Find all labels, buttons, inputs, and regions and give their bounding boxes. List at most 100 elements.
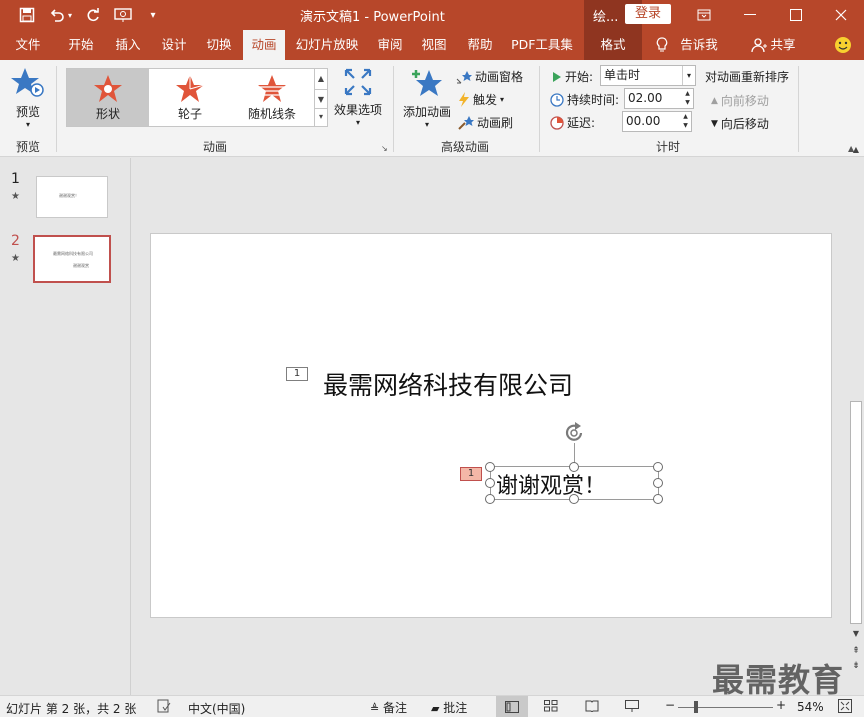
ribbon-tabs: 文件 开始 插入 设计 切换 动画 幻灯片放映 审阅 视图 帮助 PDF工具集 … [0, 30, 864, 60]
spell-check-icon[interactable] [157, 699, 171, 716]
gallery-scroll-down-icon[interactable]: ▼ [314, 89, 327, 108]
add-animation-label: 添加动画 [402, 105, 451, 119]
tab-transitions[interactable]: 切换 [198, 30, 240, 60]
window-title: 演示文稿1 - PowerPoint [300, 10, 445, 25]
notes-button[interactable]: ≜ 备注 [370, 699, 407, 716]
move-later-arrow-icon: ▼ [711, 118, 718, 129]
resize-handle-left[interactable] [485, 478, 495, 488]
start-dropdown-icon[interactable]: ▾ [682, 66, 695, 85]
zoom-slider-track[interactable] [678, 707, 773, 708]
customize-toolbar-icon[interactable]: ▾ [142, 5, 164, 25]
tab-review[interactable]: 审阅 [370, 30, 410, 60]
animation-shape[interactable]: 形状 [67, 69, 149, 126]
thanks-animation-tag[interactable]: 1 [460, 467, 482, 481]
slide-thumbnail-2[interactable]: 最需网络科技有限公司 谢谢观赏 [33, 235, 111, 283]
maximize-icon[interactable] [773, 0, 819, 30]
duration-input[interactable]: 02.00 ▲ ▼ [624, 88, 694, 109]
tab-design[interactable]: 设计 [152, 30, 196, 60]
animation-painter-button[interactable]: 动画刷 [458, 114, 513, 131]
tell-me-search[interactable]: 告诉我 [676, 30, 722, 60]
minimize-icon[interactable] [727, 0, 773, 30]
rotate-handle-icon[interactable] [563, 422, 587, 444]
tab-pdf-tools[interactable]: PDF工具集 [506, 30, 578, 60]
effect-options-icon [344, 68, 372, 96]
group-label-advanced-animation: 高级动画 [440, 140, 489, 154]
add-animation-button[interactable]: 添加动画 ▾ [400, 68, 454, 134]
vertical-scroll-thumb[interactable] [850, 401, 862, 624]
resize-handle-bottom-right[interactable] [653, 494, 663, 504]
zoom-level[interactable]: 54% [797, 700, 824, 714]
delay-spinner[interactable]: ▲ ▼ [680, 112, 691, 131]
comments-button[interactable]: ▰ 批注 [431, 699, 467, 716]
tab-format[interactable]: 格式 [584, 30, 642, 60]
tab-slideshow[interactable]: 幻灯片放映 [290, 30, 364, 60]
undo-dropdown-icon[interactable]: ▾ [64, 5, 76, 25]
move-earlier-button[interactable]: ▲ 向前移动 [711, 92, 769, 109]
animation-dialog-launcher-icon[interactable]: ↘ [381, 144, 389, 153]
tab-help[interactable]: 帮助 [460, 30, 500, 60]
tab-view[interactable]: 视图 [414, 30, 454, 60]
delay-input[interactable]: 00.00 ▲ ▼ [622, 111, 692, 132]
title-animation-tag[interactable]: 1 [286, 367, 308, 381]
delay-clock-icon [550, 115, 564, 130]
close-icon[interactable] [818, 0, 864, 30]
move-earlier-label: 向前移动 [720, 94, 769, 108]
scroll-up-icon[interactable]: ▲ [850, 144, 862, 156]
slide-number-1: 1 [11, 171, 20, 187]
login-button[interactable]: 登录 [625, 4, 671, 24]
preview-button[interactable]: 预览 ▾ [8, 66, 48, 132]
current-slide[interactable] [150, 233, 832, 618]
start-select[interactable]: 单击时 ▾ [600, 65, 696, 86]
animation-pane-button[interactable]: 动画窗格 [456, 68, 523, 85]
resize-handle-top[interactable] [569, 462, 579, 472]
start-select-value: 单击时 [604, 68, 641, 82]
effect-options-button[interactable]: 效果选项 ▾ [332, 68, 384, 134]
previous-slide-icon[interactable]: ⇞ [850, 645, 862, 657]
zoom-slider-thumb[interactable] [694, 701, 698, 713]
slide-thumbnail-1[interactable]: 谢谢观赏！ [36, 176, 108, 218]
redo-icon[interactable] [82, 5, 104, 25]
effect-options-dropdown-icon: ▾ [355, 118, 360, 127]
start-label: 开始: [565, 70, 594, 84]
resize-handle-bottom[interactable] [569, 494, 579, 504]
save-icon[interactable] [16, 5, 38, 25]
animation-wheel[interactable]: 轮子 [149, 69, 231, 126]
gallery-more-icon[interactable]: ▾ [314, 108, 327, 126]
slideshow-view-icon[interactable] [625, 700, 639, 715]
slide-count-status: 幻灯片 第 2 张，共 2 张 [6, 702, 137, 716]
slide-sorter-view-icon[interactable] [544, 700, 558, 715]
ribbon-display-options-icon[interactable] [681, 0, 727, 30]
move-later-button[interactable]: ▼ 向后移动 [711, 115, 769, 132]
group-label-animation: 动画 [202, 140, 227, 154]
reading-view-icon[interactable] [585, 700, 599, 715]
present-from-start-icon[interactable] [112, 5, 134, 25]
resize-handle-bottom-left[interactable] [485, 494, 495, 504]
language-status[interactable]: 中文(中国) [188, 700, 245, 717]
slide-title-text[interactable]: 最需网络科技有限公司 [323, 366, 573, 402]
zoom-out-icon[interactable]: − [665, 698, 675, 712]
resize-handle-top-right[interactable] [653, 462, 663, 472]
thanks-text[interactable]: 谢谢观赏！ [496, 468, 606, 500]
animation-random-bars[interactable]: 随机线条 [231, 69, 313, 126]
trigger-dropdown-icon: ▾ [500, 95, 505, 104]
move-earlier-arrow-icon: ▲ [711, 95, 718, 106]
animation-painter-icon [458, 116, 474, 130]
tab-file[interactable]: 文件 [4, 30, 52, 60]
normal-view-button[interactable] [496, 696, 528, 717]
tab-home[interactable]: 开始 [58, 30, 104, 60]
smiley-feedback-icon[interactable] [832, 30, 854, 60]
next-slide-icon[interactable]: ⇟ [850, 660, 862, 672]
zoom-in-icon[interactable]: + [776, 698, 786, 712]
fit-to-window-icon[interactable] [838, 699, 852, 716]
tab-insert[interactable]: 插入 [106, 30, 150, 60]
trigger-button[interactable]: 触发 ▾ [458, 91, 504, 108]
tab-animations[interactable]: 动画 [243, 30, 285, 60]
gallery-scroll-up-icon[interactable]: ▲ [314, 69, 327, 89]
add-animation-dropdown-icon: ▾ [424, 120, 429, 129]
group-divider [798, 66, 799, 152]
resize-handle-right[interactable] [653, 478, 663, 488]
animation-random-bars-label: 随机线条 [247, 107, 296, 121]
duration-spinner[interactable]: ▲ ▼ [682, 89, 693, 108]
resize-handle-top-left[interactable] [485, 462, 495, 472]
scroll-down-icon[interactable]: ▼ [850, 628, 862, 640]
